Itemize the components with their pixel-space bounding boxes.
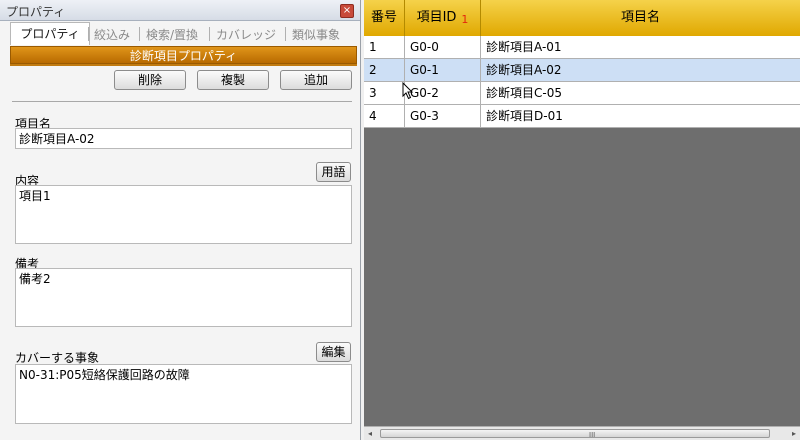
cell-item-id: G0-1: [405, 59, 481, 82]
close-icon[interactable]: ×: [340, 4, 354, 18]
cell-number: 1: [364, 36, 405, 59]
sort-order-indicator: 1: [461, 13, 469, 26]
content-field[interactable]: 項目1: [15, 185, 352, 244]
divider: [12, 101, 352, 102]
section-underline: [10, 64, 357, 66]
cell-item-name: 診断項目A-02: [481, 59, 800, 82]
table-row[interactable]: 3 G0-2 診断項目C-05: [364, 82, 800, 105]
cell-item-name: 診断項目D-01: [481, 105, 800, 128]
tab-filter[interactable]: 絞込み: [94, 26, 130, 43]
remarks-field[interactable]: 備考2: [15, 268, 352, 327]
scroll-right-icon[interactable]: ▸: [792, 427, 796, 440]
cell-number: 3: [364, 82, 405, 105]
tab-coverage[interactable]: カバレッジ: [216, 26, 276, 43]
table-row-selected[interactable]: 2 G0-1 診断項目A-02: [364, 59, 800, 82]
tab-similar-events[interactable]: 類似事象: [292, 26, 340, 43]
item-name-field[interactable]: 診断項目A-02: [15, 128, 352, 149]
tab-strip: プロパティ 絞込み 検索/置換 カバレッジ 類似事象: [0, 22, 360, 46]
cell-item-id: G0-3: [405, 105, 481, 128]
column-header-item-id-label: 項目ID: [416, 10, 457, 25]
column-header-item-name[interactable]: 項目名: [481, 0, 800, 36]
tab-separator: [209, 27, 210, 41]
panel-title: プロパティ: [6, 5, 66, 19]
column-header-number[interactable]: 番号: [364, 0, 405, 36]
add-button[interactable]: 追加: [280, 70, 352, 90]
tab-search-replace[interactable]: 検索/置換: [146, 26, 198, 43]
terms-button[interactable]: 用語: [316, 162, 351, 182]
cell-item-id: G0-2: [405, 82, 481, 105]
column-header-item-id[interactable]: 項目ID 1: [405, 0, 481, 36]
table-row[interactable]: 4 G0-3 診断項目D-01: [364, 105, 800, 128]
scroll-left-icon[interactable]: ◂: [368, 427, 372, 440]
covered-events-field[interactable]: N0-31:P05短絡保護回路の故障: [15, 364, 352, 424]
item-grid: 番号 項目ID 1 項目名 1 G0-0 診断項目A-01 2 G0-1 診断項目…: [364, 0, 800, 440]
cell-item-name: 診断項目A-01: [481, 36, 800, 59]
cell-number: 4: [364, 105, 405, 128]
tab-separator: [139, 27, 140, 41]
property-panel: プロパティ × プロパティ 絞込み 検索/置換 カバレッジ 類似事象 診断項目プ…: [0, 0, 361, 440]
tab-properties[interactable]: プロパティ: [10, 22, 90, 45]
mouse-cursor-icon: [402, 82, 414, 100]
scrollbar-thumb[interactable]: III: [380, 429, 770, 439]
delete-button[interactable]: 削除: [114, 70, 186, 90]
tab-separator: [285, 27, 286, 41]
tab-separator: [88, 27, 89, 41]
horizontal-scrollbar[interactable]: ◂ III ▸: [364, 426, 800, 440]
duplicate-button[interactable]: 複製: [197, 70, 269, 90]
section-header: 診断項目プロパティ: [10, 46, 357, 64]
column-header-item-name-label: 項目名: [620, 10, 660, 25]
table-row[interactable]: 1 G0-0 診断項目A-01: [364, 36, 800, 59]
column-header-number-label: 番号: [370, 10, 397, 25]
edit-button[interactable]: 編集: [316, 342, 351, 362]
panel-title-bar: プロパティ ×: [0, 0, 360, 21]
cell-number: 2: [364, 59, 405, 82]
cell-item-id: G0-0: [405, 36, 481, 59]
cell-item-name: 診断項目C-05: [481, 82, 800, 105]
grid-header: 番号 項目ID 1 項目名: [364, 0, 800, 37]
grip-icon: III: [589, 431, 596, 439]
